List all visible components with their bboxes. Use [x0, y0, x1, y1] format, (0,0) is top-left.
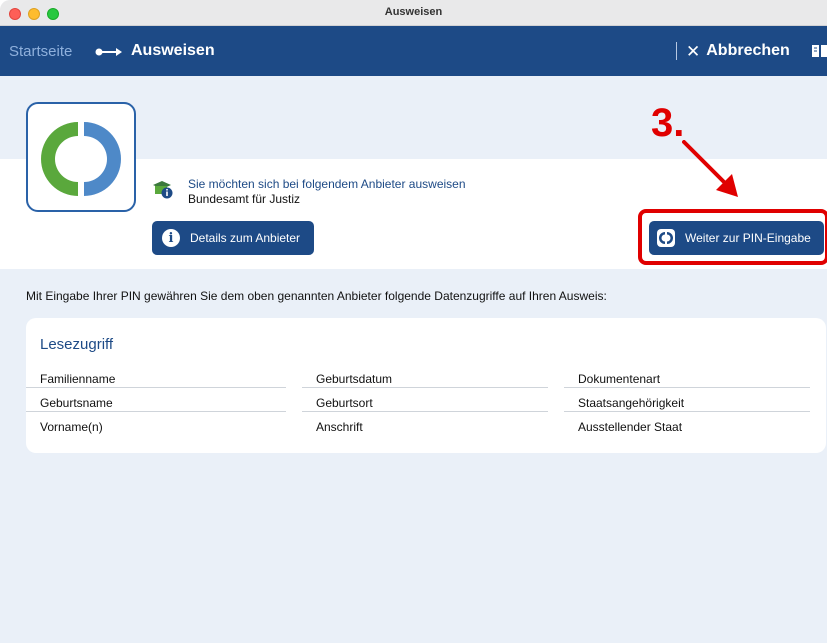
- read-access-title: Lesezugriff: [40, 336, 114, 353]
- empty-content-area: [0, 453, 827, 643]
- breadcrumb-current: Ausweisen: [131, 42, 215, 59]
- cancel-button[interactable]: ✕ Abbrechen: [686, 40, 790, 62]
- provider-question: Sie möchten sich bei folgendem Anbieter …: [188, 177, 466, 191]
- app-window: Ausweisen Startseite Ausweisen ✕ Abbrech…: [0, 0, 827, 643]
- nav-divider: [676, 42, 677, 60]
- app-logo: [26, 102, 136, 212]
- read-field: Dokumentenart: [564, 368, 810, 388]
- continue-to-pin-button[interactable]: Weiter zur PIN-Eingabe: [649, 221, 824, 255]
- step-annotation: 3.: [651, 101, 685, 145]
- navigation-bar: Startseite Ausweisen ✕ Abbrechen: [0, 26, 827, 76]
- title-bar: Ausweisen: [0, 0, 827, 26]
- read-field: Geburtsname: [26, 392, 286, 412]
- read-access-card: Lesezugriff Familienname Geburtsname Vor…: [26, 318, 826, 453]
- breadcrumb-arrow-icon: [95, 48, 122, 56]
- continue-to-pin-label: Weiter zur PIN-Eingabe: [685, 231, 811, 245]
- consent-text: Mit Eingabe Ihrer PIN gewähren Sie dem o…: [26, 289, 607, 303]
- ausweisapp-small-icon: [657, 229, 675, 247]
- details-provider-label: Details zum Anbieter: [190, 231, 301, 245]
- close-icon: ✕: [686, 41, 701, 61]
- ausweisapp-logo-icon: [41, 122, 121, 196]
- read-field: Ausstellender Staat: [578, 420, 683, 434]
- annotation-arrow-icon: [682, 140, 738, 197]
- cancel-label: Abbrechen: [706, 42, 790, 59]
- provider-name: Bundesamt für Justiz: [188, 192, 301, 206]
- read-field: Geburtsdatum: [302, 368, 548, 388]
- read-field: Geburtsort: [302, 392, 548, 412]
- info-icon: i: [162, 229, 180, 247]
- breadcrumb-home[interactable]: Startseite: [9, 43, 72, 60]
- read-field: Familienname: [26, 368, 286, 388]
- book-icon[interactable]: [812, 44, 827, 58]
- read-field: Anschrift: [316, 420, 363, 434]
- read-field: Staatsangehörigkeit: [564, 392, 810, 412]
- provider-info-icon: [153, 181, 173, 199]
- details-provider-button[interactable]: i Details zum Anbieter: [152, 221, 314, 255]
- read-field: Vorname(n): [40, 420, 103, 434]
- window-title: Ausweisen: [384, 6, 443, 18]
